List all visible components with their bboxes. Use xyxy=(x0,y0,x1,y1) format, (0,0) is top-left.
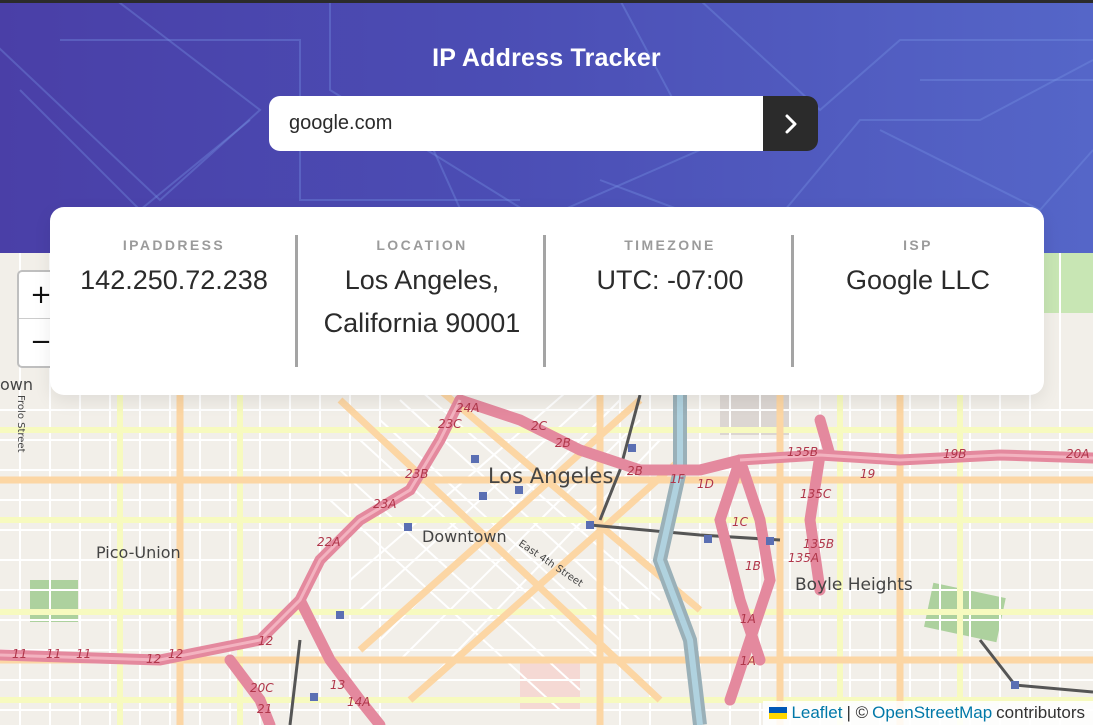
isp-value: Google LLC xyxy=(845,265,991,295)
ip-info-card: IPADDRESS 142.250.72.238 LOCATION Los An… xyxy=(50,207,1044,395)
road-label: 14A xyxy=(347,695,370,709)
search-submit-button[interactable] xyxy=(763,96,818,151)
top-border xyxy=(0,0,1093,3)
map-attribution: Leaflet | © OpenStreetMap contributors xyxy=(763,701,1093,725)
road-label: 1A xyxy=(740,654,756,668)
road-label: 23B xyxy=(405,467,429,481)
map-label-town-fragment: own xyxy=(0,375,33,394)
road-label: 22A xyxy=(317,535,340,549)
timezone-label: TIMEZONE xyxy=(624,237,716,253)
page-title: IP Address Tracker xyxy=(432,44,661,72)
road-label: 135B xyxy=(787,445,818,459)
search-input[interactable] xyxy=(269,96,763,151)
road-label: 2B xyxy=(627,464,643,478)
road-label: 20C xyxy=(250,681,274,695)
map-label-pico-union: Pico-Union xyxy=(96,543,181,562)
map-label-downtown: Downtown xyxy=(422,527,507,546)
timezone-value: UTC: -07:00 xyxy=(596,265,744,295)
road-label: 11 xyxy=(76,647,91,661)
road-label: 1F xyxy=(670,472,686,486)
road-label: 23C xyxy=(438,417,462,431)
chevron-right-icon xyxy=(785,114,796,133)
map-label-frolo-street: Frolo Street xyxy=(15,395,26,453)
road-label: 135A xyxy=(788,551,819,565)
location-label: LOCATION xyxy=(376,237,468,253)
location-value: Los Angeles, California 90001 xyxy=(323,265,521,338)
road-label: 135C xyxy=(800,487,832,501)
road-label: 19B xyxy=(943,447,967,461)
road-label: 24A xyxy=(456,401,479,415)
road-label: 12 xyxy=(146,652,161,666)
park-area xyxy=(1040,253,1093,313)
road-label: 23A xyxy=(373,497,396,511)
map-label-boyle-heights: Boyle Heights xyxy=(795,575,913,595)
road-label: 135B xyxy=(803,537,834,551)
road-label: 1C xyxy=(732,515,749,529)
ip-address-label: IPADDRESS xyxy=(122,237,226,253)
leaflet-link[interactable]: Leaflet xyxy=(791,701,842,725)
road-label: 1B xyxy=(745,559,761,573)
search-form xyxy=(269,96,818,151)
road-label: 13 xyxy=(330,678,345,692)
attribution-separator: | © xyxy=(846,703,869,722)
timezone-info: TIMEZONE UTC: -07:00 xyxy=(546,207,794,395)
ip-address-info: IPADDRESS 142.250.72.238 xyxy=(50,207,298,395)
road-label: 12 xyxy=(168,647,183,661)
road-label: 20A xyxy=(1066,447,1089,461)
location-info: LOCATION Los Angeles, California 90001 xyxy=(298,207,546,395)
road-label: 1A xyxy=(740,612,756,626)
map-label-los-angeles: Los Angeles xyxy=(488,464,613,488)
isp-label: ISP xyxy=(903,237,933,253)
ip-address-value: 142.250.72.238 xyxy=(80,265,268,295)
road-label: 12 xyxy=(258,634,273,648)
road-label: 2C xyxy=(531,419,548,433)
park-area xyxy=(30,580,78,622)
isp-info: ISP Google LLC xyxy=(794,207,1042,395)
openstreetmap-link[interactable]: OpenStreetMap xyxy=(872,701,992,725)
road-label: 11 xyxy=(12,647,27,661)
road-label: 19 xyxy=(860,467,875,481)
road-label: 21 xyxy=(257,702,272,716)
road-label: 11 xyxy=(46,647,61,661)
ukraine-flag-icon xyxy=(769,707,788,719)
road-label: 1D xyxy=(697,477,714,491)
road-label: 2B xyxy=(555,436,571,450)
attribution-contributors: contributors xyxy=(996,703,1085,722)
